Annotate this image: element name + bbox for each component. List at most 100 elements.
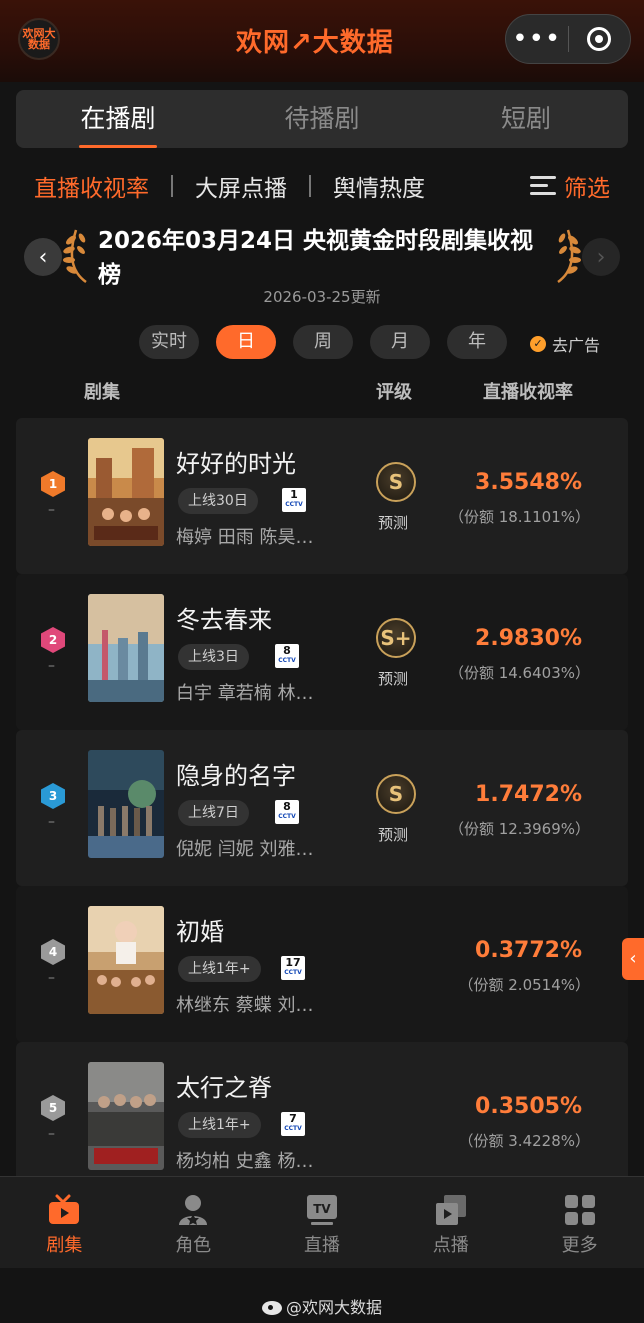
side-drawer-toggle[interactable]: ‹ [622,938,644,980]
main-tab-bar: 在播剧 待播剧 短剧 [16,90,628,148]
rank-badge: 3 [41,783,65,809]
air-days-badge: 上线7日 [178,800,249,826]
cctv-channel-icon: 1 CCTV [282,488,306,512]
rank-change: – [48,814,55,830]
nav-item-live[interactable]: TV 直播 [258,1177,387,1268]
top-bar: 欢网大数据 欢网↗大数据 ••• [0,0,644,82]
nav-item-drama[interactable]: 剧集 [0,1177,129,1268]
live-rating-value: 1.7472% [475,782,582,807]
period-year[interactable]: 年 [447,325,507,359]
grid-icon [564,1195,595,1225]
drama-poster[interactable] [88,750,164,858]
remove-ads-button[interactable]: ✓ 去广告 [530,332,600,356]
tv-play-icon [49,1194,80,1224]
period-selector: 实时 日 周 月 年 [139,325,524,359]
previous-day-button[interactable]: ‹ [24,238,62,276]
period-realtime[interactable]: 实时 [139,325,199,359]
filter-button[interactable]: 筛选 [530,166,610,206]
table-row[interactable]: 1 – 好好的时光 上线30日 1 CCTV 梅婷 田雨 陈昊… S 预测 3.… [16,418,628,574]
air-days-badge: 上线3日 [178,644,249,670]
channel-number: 17 [285,956,301,969]
sub-tab-bar: 直播收视率 大屏点播 舆情热度 [34,166,425,206]
laurel-right-icon [557,229,581,284]
drama-poster[interactable] [88,906,164,1014]
cctv-channel-icon: 8 CCTV [275,644,299,668]
nav-item-character[interactable]: 角色 [129,1177,258,1268]
cctv-label: CCTV [278,657,296,664]
rank-badge: 2 [41,627,65,653]
table-row[interactable]: 3 – 隐身的名字 上线7日 8 CCTV 倪妮 闫妮 刘雅… S 预测 1.7… [16,730,628,886]
rank-badge: 5 [41,1095,65,1121]
next-day-button[interactable]: › [582,238,620,276]
rank-change: – [48,970,55,986]
filter-lines-icon [530,176,556,196]
subtab-live-rating[interactable]: 直播收视率 [34,169,149,203]
subtab-public-opinion[interactable]: 舆情热度 [333,169,425,203]
air-days-badge: 上线1年+ [178,1112,261,1138]
channel-number: 1 [290,488,298,501]
drama-title[interactable]: 太行之脊 [176,1068,272,1103]
laurel-left-icon [63,229,87,284]
drama-poster[interactable] [88,438,164,546]
tab-upcoming[interactable]: 待播剧 [220,90,424,148]
cctv-label: CCTV [278,813,296,820]
table-row[interactable]: 5 – 太行之脊 上线1年+ 7 CCTV 杨均柏 史鑫 杨… 0.3505% … [16,1042,628,1198]
ranking-title: 2026年03月24日 央视黄金时段剧集收视榜 [98,228,534,288]
market-share-value: （份额 14.6403%） [448,664,590,682]
person-icon [179,1195,208,1225]
market-share-value: （份额 18.1101%） [448,508,590,526]
rank-badge: 1 [41,471,65,497]
cctv-channel-icon: 17 CCTV [281,956,305,980]
period-day[interactable]: 日 [216,325,276,359]
nav-label: 更多 [561,1235,598,1256]
drama-title[interactable]: 初婚 [176,912,224,947]
nav-label: 直播 [303,1235,340,1256]
nav-item-more[interactable]: 更多 [515,1177,644,1268]
mini-program-capsule: ••• [505,14,631,64]
more-options-icon[interactable]: ••• [506,14,568,64]
svg-text:TV: TV [313,1202,331,1216]
table-row[interactable]: 4 – 初婚 上线1年+ 17 CCTV 林继东 蔡蝶 刘… 0.3772% （… [16,886,628,1042]
nav-label: 点播 [432,1235,469,1256]
update-timestamp: 2026-03-25更新 [263,288,381,306]
drama-title[interactable]: 好好的时光 [176,444,296,479]
cctv-channel-icon: 8 CCTV [275,800,299,824]
tv-live-icon: TV [306,1195,337,1225]
cctv-label: CCTV [284,969,302,976]
close-mini-program-button[interactable] [568,27,630,51]
watermark-text: @欢网大数据 [285,1298,382,1317]
period-month[interactable]: 月 [370,325,430,359]
subtab-divider [309,175,311,197]
column-header-live-rating[interactable]: 直播收视率 [483,378,573,404]
table-row[interactable]: 2 – 冬去春来 上线3日 8 CCTV 白宇 章若楠 林… S+ 预测 2.9… [16,574,628,730]
channel-number: 8 [283,644,291,657]
check-icon: ✓ [530,336,546,352]
drama-poster[interactable] [88,594,164,702]
market-share-value: （份额 3.4228%） [458,1132,590,1150]
drama-title[interactable]: 冬去春来 [176,600,272,635]
drama-poster[interactable] [88,1062,164,1170]
weibo-watermark: @欢网大数据 [0,1294,644,1318]
column-header-drama: 剧集 [84,382,120,403]
live-rating-value: 3.5548% [475,470,582,495]
cctv-channel-icon: 7 CCTV [281,1112,305,1136]
subtab-big-screen-vod[interactable]: 大屏点播 [195,169,287,203]
weibo-icon [261,1301,282,1315]
bottom-navigation: 剧集 角色 TV 直播 点播 更多 [0,1176,644,1268]
cctv-label: CCTV [285,501,303,508]
nav-item-vod[interactable]: 点播 [386,1177,515,1268]
period-week[interactable]: 周 [293,325,353,359]
tab-short-drama[interactable]: 短剧 [424,90,628,148]
cast-list: 林继东 蔡蝶 刘… [176,995,314,1016]
rank-change: – [48,502,55,518]
market-share-value: （份额 12.3969%） [448,820,590,838]
vod-icon [435,1195,466,1225]
air-days-badge: 上线1年+ [178,956,261,982]
column-header-grade: 评级 [376,382,412,403]
chevron-right-icon: › [596,244,606,270]
live-rating-value: 0.3505% [475,1094,582,1119]
tab-on-air[interactable]: 在播剧 [16,90,220,148]
drama-title[interactable]: 隐身的名字 [176,756,296,791]
chevron-left-icon: ‹ [629,948,637,969]
cctv-label: CCTV [284,1125,302,1132]
